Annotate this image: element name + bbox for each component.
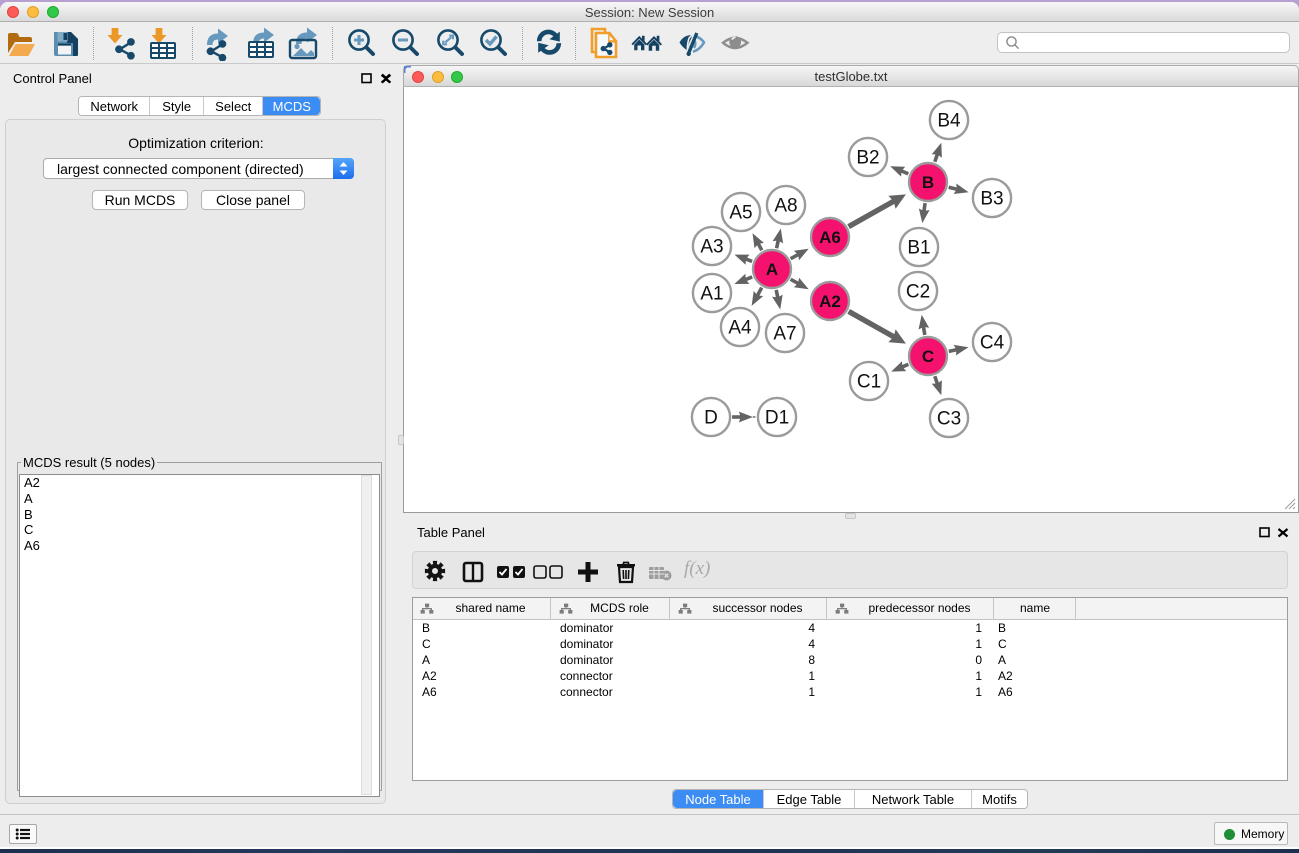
svg-text:B1: B1 xyxy=(907,238,930,259)
svg-text:B4: B4 xyxy=(937,111,961,132)
svg-text:A: A xyxy=(766,260,778,279)
svg-text:A5: A5 xyxy=(729,203,752,224)
svg-text:B3: B3 xyxy=(980,189,1003,210)
svg-text:B: B xyxy=(922,173,934,192)
svg-text:A8: A8 xyxy=(774,196,797,217)
svg-text:A2: A2 xyxy=(819,292,841,311)
svg-text:A1: A1 xyxy=(700,284,723,305)
svg-text:C3: C3 xyxy=(937,409,961,430)
svg-text:D: D xyxy=(704,408,718,429)
svg-text:A4: A4 xyxy=(728,318,752,339)
svg-text:A7: A7 xyxy=(773,324,796,345)
svg-text:A6: A6 xyxy=(819,228,841,247)
svg-text:C: C xyxy=(922,347,934,366)
svg-text:A3: A3 xyxy=(700,237,723,258)
svg-text:D1: D1 xyxy=(765,408,789,429)
svg-text:C4: C4 xyxy=(980,333,1005,354)
svg-text:C1: C1 xyxy=(857,372,881,393)
svg-text:B2: B2 xyxy=(856,148,879,169)
svg-text:C2: C2 xyxy=(906,282,930,303)
